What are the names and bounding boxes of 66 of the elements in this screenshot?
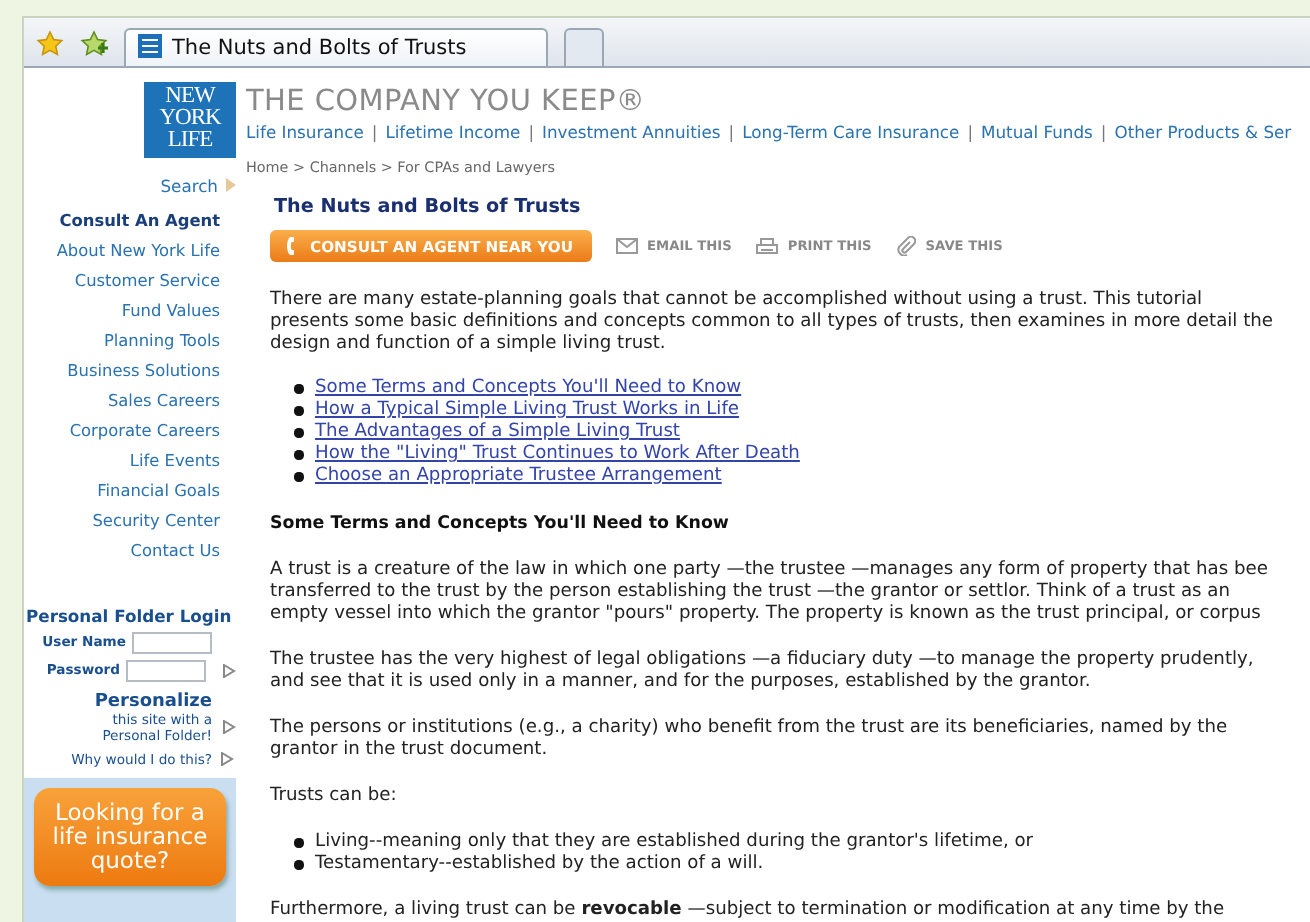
password-field[interactable] xyxy=(126,659,206,682)
search-link[interactable]: Search xyxy=(160,175,236,196)
sidebar-link[interactable]: Business Solutions xyxy=(67,355,220,386)
bullet-icon xyxy=(294,428,303,438)
username-field[interactable] xyxy=(132,631,212,654)
sidebar-link[interactable]: Life Events xyxy=(129,445,220,476)
browser-tab[interactable] xyxy=(564,28,604,66)
paragraph: The persons or institutions (e.g., a charity) who benefit from the trust are its beneficiaries, named by the grantor in the trust document. xyxy=(270,718,1230,762)
paragraph: Trusts can be: xyxy=(270,786,399,808)
site-tagline: THE COMPANY YOU KEEP® xyxy=(246,88,646,118)
bullet-icon xyxy=(294,472,303,482)
paragraph: There are many estate-planning goals that cannot be accomplished without using a trust. This tutorial presents some basic definitions and concepts common to all types of trusts, then examines in more detail the design and function of a simple living trust. xyxy=(270,290,1276,356)
sidebar-link[interactable]: Financial Goals xyxy=(97,475,220,506)
favorites-star-icon[interactable] xyxy=(36,28,64,56)
nav-separator: | xyxy=(528,122,535,142)
list-item-text: Testamentary--established by the action of a will. xyxy=(315,854,764,876)
nav-link[interactable]: Investment Annuities xyxy=(542,122,721,142)
contents-link[interactable]: How a Typical Simple Living Trust Works in Life xyxy=(315,400,740,422)
contents-link[interactable]: Choose an Appropriate Trustee Arrangement xyxy=(315,466,722,488)
personalize-link[interactable]: Personalize xyxy=(94,691,212,712)
sidebar-link[interactable]: Customer Service xyxy=(74,265,220,296)
paragraph: Furthermore, a living trust can be revocable —subject to termination or modification at any time by the xyxy=(270,900,1227,922)
go-arrow-icon[interactable] xyxy=(222,719,236,734)
sidebar-link[interactable]: Sales Careers xyxy=(107,385,220,416)
section-heading: Some Terms and Concepts You'll Need to Know xyxy=(270,514,731,536)
agent-link[interactable]: Consult An Agent xyxy=(59,205,220,236)
bullet-icon xyxy=(294,860,303,870)
nav-link[interactable]: Mutual Funds xyxy=(981,122,1093,142)
contents-link[interactable]: Some Terms and Concepts You'll Need to Know xyxy=(315,378,742,400)
sidebar-link[interactable]: About New York Life xyxy=(56,235,220,266)
site-favicon-icon xyxy=(138,33,162,63)
sidebar-link[interactable]: Fund Values xyxy=(121,295,220,326)
sidebar-link[interactable]: Planning Tools xyxy=(103,325,220,356)
contents-link[interactable]: The Advantages of a Simple Living Trust xyxy=(315,422,681,444)
quote-button[interactable]: Looking for a life insurance quote? xyxy=(34,787,226,886)
nav-link[interactable]: Other Products & Ser xyxy=(1114,122,1292,142)
nav-separator: | xyxy=(967,122,974,142)
list-item-text: Living--meaning only that they are established during the grantor's lifetime, or xyxy=(315,832,1034,854)
sidebar-link[interactable]: Security Center xyxy=(92,505,220,536)
printer-icon xyxy=(755,237,778,255)
bullet-icon xyxy=(294,450,303,460)
paperclip-icon xyxy=(895,236,916,256)
company-logo: NEW YORK LIFE xyxy=(144,82,236,158)
nav-link[interactable]: Long-Term Care Insurance xyxy=(742,122,960,142)
bullet-icon xyxy=(294,406,303,416)
nav-separator: | xyxy=(1100,122,1107,142)
go-arrow-icon[interactable] xyxy=(220,752,234,767)
nav-link[interactable]: Lifetime Income xyxy=(385,122,521,142)
arrow-icon xyxy=(226,178,236,193)
sidebar-link[interactable]: Contact Us xyxy=(130,535,220,566)
login-title: Personal Folder Login xyxy=(26,605,234,626)
contents-link[interactable]: How the "Living" Trust Continues to Work After Death xyxy=(315,444,800,466)
nav-link[interactable]: Life Insurance xyxy=(246,122,364,142)
paragraph: The trustee has the very highest of legal obligations —a fiduciary duty —to manage the property prudently, and see that it is used only in a manner, and for the purposes, established by the grantor. xyxy=(270,650,1256,694)
sidebar-link[interactable]: Corporate Careers xyxy=(69,415,220,446)
article-title: The Nuts and Bolts of Trusts xyxy=(274,196,583,218)
bullet-icon xyxy=(294,838,303,848)
go-arrow-icon[interactable] xyxy=(222,663,236,678)
nav-separator: | xyxy=(371,122,378,142)
browser-tab[interactable]: The Nuts and Bolts of Trusts xyxy=(124,28,548,66)
bullet-icon xyxy=(294,384,303,394)
add-favorite-icon[interactable] xyxy=(80,28,108,56)
paragraph: A trust is a creature of the law in which one party —the trustee —manages any form of property that has bee transferred to the trust by the person establishing the trust —the grantor or settlor. Think of a trust as an empty vessel into which the grantor "pours" property. The property is known as the trust principal, or corpus xyxy=(270,560,1270,626)
envelope-icon xyxy=(615,238,638,254)
phone-icon xyxy=(286,236,298,256)
nav-separator: | xyxy=(728,122,735,142)
